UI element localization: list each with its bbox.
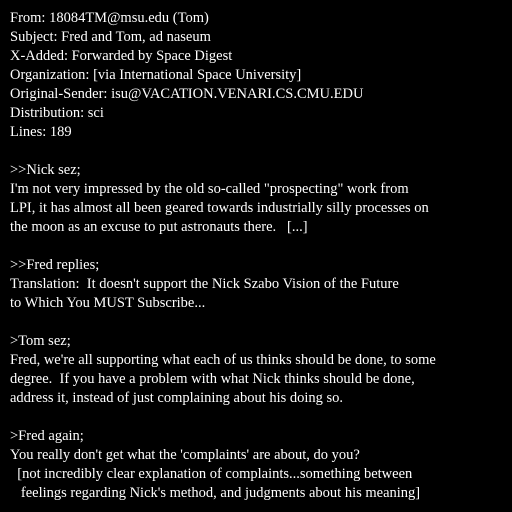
header-distribution: Distribution: sci (10, 105, 104, 121)
quote-attribution: >Fred again; (10, 428, 84, 444)
quote-line: Translation: It doesn't support the Nick… (10, 276, 399, 292)
email-header: From: 18084TM@msu.edu (Tom) Subject: Fre… (10, 9, 508, 142)
quote-attribution: >Tom sez; (10, 333, 71, 349)
quote-line: to Which You MUST Subscribe... (10, 295, 206, 311)
quote-attribution: >>Fred replies; (10, 257, 100, 273)
header-from: From: 18084TM@msu.edu (Tom) (10, 10, 209, 26)
header-lines: Lines: 189 (10, 124, 72, 140)
header-subject: Subject: Fred and Tom, ad naseum (10, 29, 211, 45)
quote-line: I'm not very impressed by the old so-cal… (10, 181, 409, 197)
quote-line: degree. If you have a problem with what … (10, 371, 415, 387)
quote-line: [not incredibly clear explanation of com… (10, 466, 413, 482)
quote-line: address it, instead of just complaining … (10, 390, 344, 406)
quote-block-tom: >Tom sez; Fred, we're all supporting wha… (10, 332, 508, 408)
header-original-sender: Original-Sender: isu@VACATION.VENARI.CS.… (10, 86, 364, 102)
quote-block-fred-again: >Fred again; You really don't get what t… (10, 427, 508, 503)
quote-block-nick: >>Nick sez; I'm not very impressed by th… (10, 161, 508, 237)
quote-line: LPI, it has almost all been geared towar… (10, 200, 429, 216)
quote-line: Fred, we're all supporting what each of … (10, 352, 436, 368)
quote-line: the moon as an excuse to put astronauts … (10, 219, 308, 235)
quote-block-fred: >>Fred replies; Translation: It doesn't … (10, 256, 508, 313)
quote-line: You really don't get what the 'complaint… (10, 447, 360, 463)
email-message-view: From: 18084TM@msu.edu (Tom) Subject: Fre… (0, 0, 512, 512)
quote-attribution: >>Nick sez; (10, 162, 81, 178)
quote-line: feelings regarding Nick's method, and ju… (10, 485, 421, 501)
header-x-added: X-Added: Forwarded by Space Digest (10, 48, 233, 64)
header-organization: Organization: [via International Space U… (10, 67, 302, 83)
